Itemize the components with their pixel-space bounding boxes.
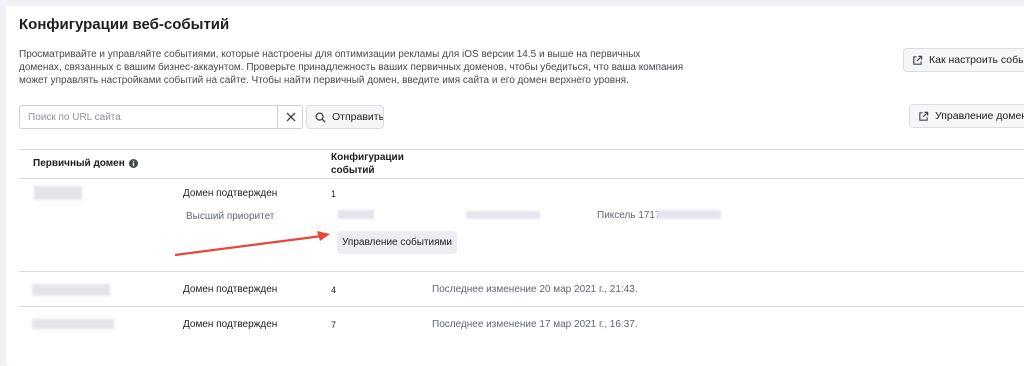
close-icon [286,112,296,122]
redacted-domain [34,186,82,200]
redacted-domain [32,284,110,296]
info-icon[interactable] [128,159,138,168]
annotation-arrow [174,231,330,257]
config-count: 1 [331,189,337,199]
page-description: Просматривайте и управляйте событиями, к… [19,49,684,86]
external-link-icon [919,111,929,121]
external-link-icon [913,55,923,65]
row-divider [19,306,1024,307]
domain-status: Домен подтвержден [183,188,278,199]
redacted-pixel-id [657,210,721,219]
redacted-event [338,210,374,219]
submit-search-button[interactable]: Отправить [306,105,384,129]
last-change: Последнее изменение 20 мар 2021 г., 21:4… [432,284,638,295]
how-to-setup-label: Как настроить события [929,54,1024,66]
pixel-label: Пиксель 1717 [597,210,661,221]
redacted-event-detail [466,211,540,219]
manage-events-button[interactable]: Управление событиями [337,231,457,254]
config-count: 7 [331,320,337,330]
submit-search-label: Отправить [332,111,384,123]
manage-events-label: Управление событиями [342,237,452,248]
column-header-domain-label: Первичный домен [33,158,125,169]
last-change: Последнее изменение 17 мар 2021 г., 16:3… [432,319,638,330]
config-count: 4 [331,285,337,295]
manage-domains-label: Управление доменами [935,110,1024,122]
how-to-setup-button[interactable]: Как настроить события [903,48,1024,72]
domain-status: Домен подтвержден [183,284,278,295]
domain-status: Домен подтвержден [183,319,278,330]
row-divider [19,271,1024,272]
clear-search-button[interactable] [279,106,303,128]
table-header-border [19,178,1024,179]
search-input[interactable] [20,106,276,128]
redacted-domain [32,319,114,329]
manage-domains-button[interactable]: Управление доменами [909,104,1024,128]
column-header-configs: Конфигурации событий [331,152,404,176]
column-header-domain: Первичный домен [33,157,138,170]
table-top-border [19,149,1024,150]
search-icon [315,111,326,123]
search-box [19,105,303,129]
search-divider [277,106,278,128]
priority-label: Высший приоритет [186,211,275,222]
page-title: Конфигурации веб-событий [19,16,230,33]
